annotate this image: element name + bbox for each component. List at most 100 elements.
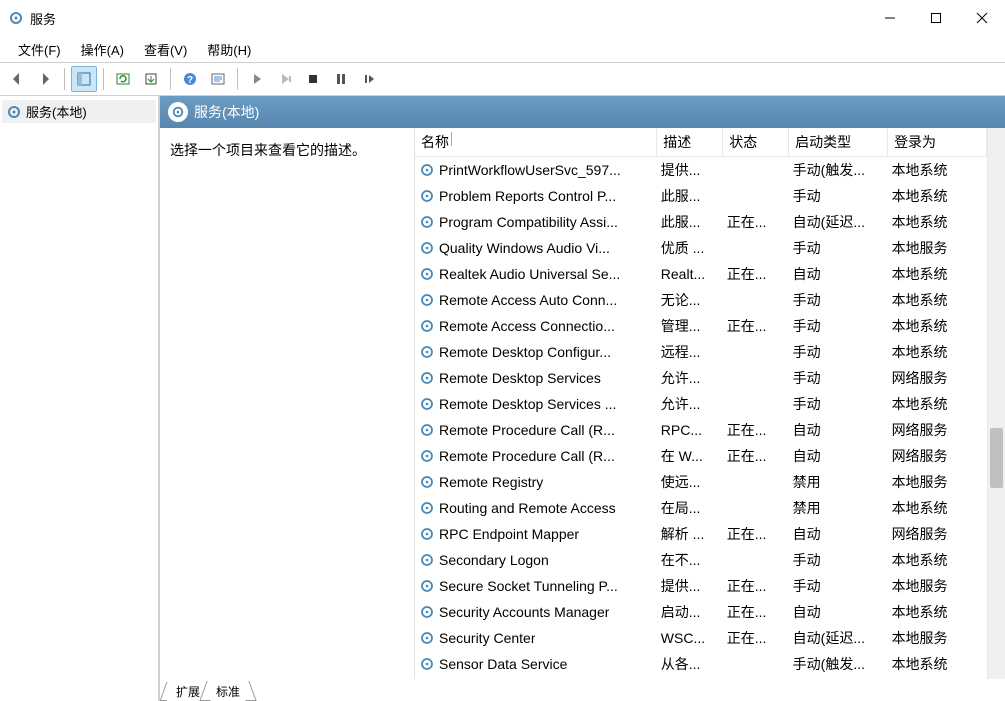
service-startup: 禁用 <box>789 469 888 495</box>
table-row[interactable]: Program Compatibility Assi...此服...正在...自… <box>415 209 987 235</box>
close-button[interactable] <box>959 0 1005 36</box>
stop-service-button-disabled <box>272 66 298 92</box>
properties-button[interactable] <box>205 66 231 92</box>
menu-view[interactable]: 查看(V) <box>138 38 193 61</box>
service-status <box>723 287 789 313</box>
service-logon: 网络服务 <box>888 417 987 443</box>
table-row[interactable]: Quality Windows Audio Vi...优质 ...手动本地服务 <box>415 235 987 261</box>
table-row[interactable]: Security Accounts Manager启动...正在...自动本地系… <box>415 599 987 625</box>
service-name: Quality Windows Audio Vi... <box>439 240 610 256</box>
service-desc: 远程... <box>657 339 723 365</box>
service-startup: 自动(延迟... <box>789 625 888 651</box>
service-desc: Realt... <box>657 261 723 287</box>
table-row[interactable]: Remote Access Connectio...管理...正在...手动本地… <box>415 313 987 339</box>
service-status: 正在... <box>723 209 789 235</box>
col-startup[interactable]: 启动类型 <box>789 128 888 157</box>
col-status[interactable]: 状态 <box>723 128 789 157</box>
pause-button[interactable] <box>328 66 354 92</box>
separator <box>103 68 104 90</box>
table-row[interactable]: RPC Endpoint Mapper解析 ...正在...自动网络服务 <box>415 521 987 547</box>
services-list[interactable]: 名称 描述 状态 启动类型 登录为 PrintWorkflowUserSvc_5… <box>415 128 987 679</box>
service-logon: 本地服务 <box>888 573 987 599</box>
table-row[interactable]: Sensor Data Service从各...手动(触发...本地系统 <box>415 651 987 677</box>
table-row[interactable]: Remote Registry使远...禁用本地服务 <box>415 469 987 495</box>
tree-item-label: 服务(本地) <box>26 102 87 121</box>
service-status <box>723 157 789 183</box>
table-row[interactable]: Remote Desktop Configur...远程...手动本地系统 <box>415 339 987 365</box>
service-startup: 手动(触发... <box>789 651 888 677</box>
table-row[interactable]: Routing and Remote Access在局...禁用本地系统 <box>415 495 987 521</box>
service-logon: 本地系统 <box>888 313 987 339</box>
table-row[interactable]: Realtek Audio Universal Se...Realt...正在.… <box>415 261 987 287</box>
service-startup: 手动 <box>789 183 888 209</box>
service-name: Routing and Remote Access <box>439 500 616 516</box>
restart-button[interactable] <box>356 66 382 92</box>
menu-help[interactable]: 帮助(H) <box>201 38 257 61</box>
maximize-button[interactable] <box>913 0 959 36</box>
table-row[interactable]: Remote Desktop Services允许...手动网络服务 <box>415 365 987 391</box>
service-name: Remote Procedure Call (R... <box>439 422 615 438</box>
service-startup: 手动 <box>789 339 888 365</box>
forward-button[interactable] <box>32 66 58 92</box>
table-row[interactable]: Remote Desktop Services ...允许...手动本地系统 <box>415 391 987 417</box>
col-desc[interactable]: 描述 <box>657 128 723 157</box>
tree-item-services-local[interactable]: 服务(本地) <box>2 100 156 123</box>
refresh-button[interactable] <box>110 66 136 92</box>
scrollbar[interactable] <box>987 128 1005 679</box>
minimize-button[interactable] <box>867 0 913 36</box>
service-icon <box>419 656 435 672</box>
service-icon <box>419 344 435 360</box>
table-row[interactable]: Remote Procedure Call (R...在 W...正在...自动… <box>415 443 987 469</box>
content-row: 选择一个项目来查看它的描述。 名称 描述 状态 启动类型 <box>160 128 1005 679</box>
service-startup: 自动 <box>789 443 888 469</box>
export-button[interactable] <box>138 66 164 92</box>
stop-button[interactable] <box>300 66 326 92</box>
table-row[interactable]: PrintWorkflowUserSvc_597...提供...手动(触发...… <box>415 157 987 183</box>
service-icon <box>419 578 435 594</box>
service-status <box>723 469 789 495</box>
service-status <box>723 547 789 573</box>
service-status <box>723 651 789 677</box>
panel-header-icon <box>168 102 188 122</box>
col-name[interactable]: 名称 <box>415 128 657 157</box>
start-service-button[interactable] <box>244 66 270 92</box>
service-startup: 手动(触发... <box>789 157 888 183</box>
service-name: Remote Registry <box>439 474 543 490</box>
service-desc: 在局... <box>657 495 723 521</box>
separator <box>64 68 65 90</box>
service-logon: 本地系统 <box>888 287 987 313</box>
scroll-thumb[interactable] <box>990 428 1003 488</box>
service-logon: 网络服务 <box>888 365 987 391</box>
service-desc: 在不... <box>657 547 723 573</box>
table-row[interactable]: Secure Socket Tunneling P...提供...正在...手动… <box>415 573 987 599</box>
tree-panel[interactable]: 服务(本地) <box>0 96 160 701</box>
service-startup: 手动 <box>789 287 888 313</box>
show-hide-tree-button[interactable] <box>71 66 97 92</box>
table-row[interactable]: Problem Reports Control P...此服...手动本地系统 <box>415 183 987 209</box>
service-status <box>723 339 789 365</box>
table-row[interactable]: Remote Procedure Call (R...RPC...正在...自动… <box>415 417 987 443</box>
service-logon: 本地服务 <box>888 235 987 261</box>
service-name: Secure Socket Tunneling P... <box>439 578 618 594</box>
service-desc: 此服... <box>657 183 723 209</box>
col-logon[interactable]: 登录为 <box>888 128 987 157</box>
tab-standard[interactable]: 标准 <box>208 682 248 701</box>
service-logon: 本地服务 <box>888 469 987 495</box>
separator <box>237 68 238 90</box>
services-icon <box>6 104 22 120</box>
back-button[interactable] <box>4 66 30 92</box>
menu-action[interactable]: 操作(A) <box>75 38 130 61</box>
help-button[interactable]: ? <box>177 66 203 92</box>
service-startup: 自动 <box>789 417 888 443</box>
service-name: Remote Desktop Services <box>439 370 601 386</box>
service-icon <box>419 214 435 230</box>
table-row[interactable]: Security CenterWSC...正在...自动(延迟...本地服务 <box>415 625 987 651</box>
service-startup: 手动 <box>789 365 888 391</box>
service-icon <box>419 604 435 620</box>
panel-title: 服务(本地) <box>194 102 259 122</box>
table-row[interactable]: Remote Access Auto Conn...无论...手动本地系统 <box>415 287 987 313</box>
menu-file[interactable]: 文件(F) <box>12 38 67 61</box>
service-startup: 手动 <box>789 313 888 339</box>
service-status: 正在... <box>723 625 789 651</box>
table-row[interactable]: Secondary Logon在不...手动本地系统 <box>415 547 987 573</box>
